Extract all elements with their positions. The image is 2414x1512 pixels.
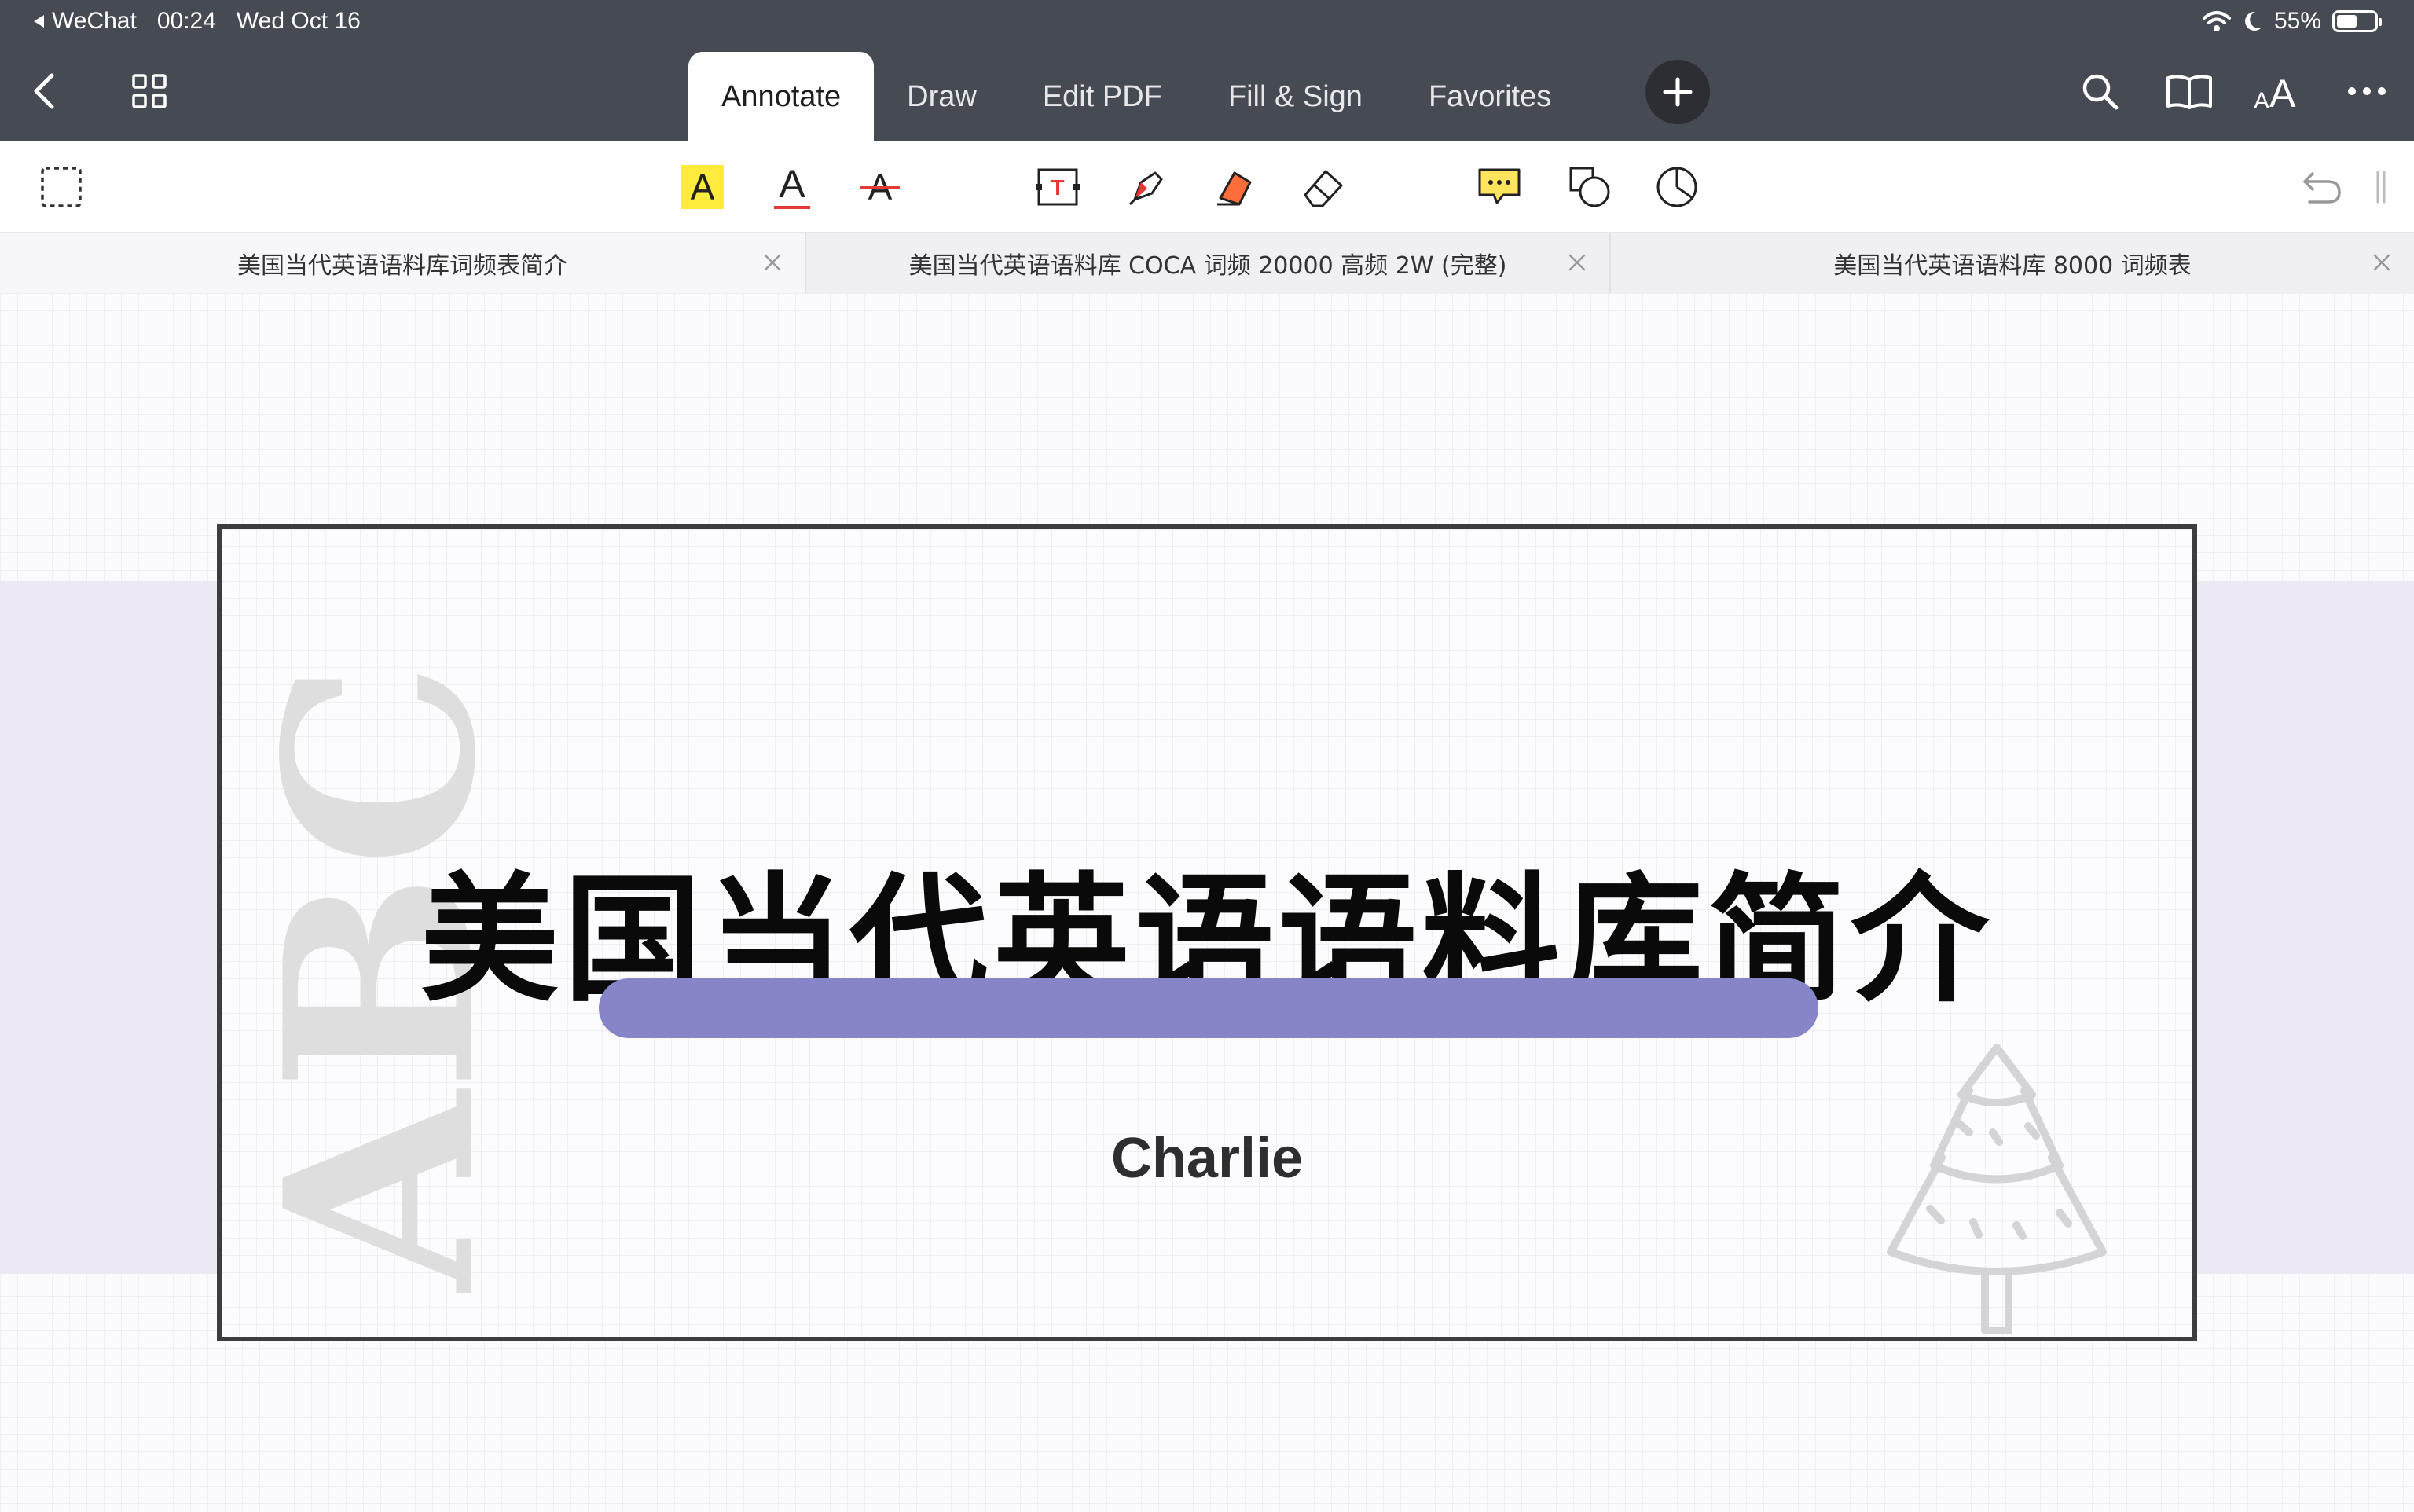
- comment-tool[interactable]: [1473, 160, 1526, 214]
- plus-icon: [1663, 77, 1693, 107]
- status-date: Wed Oct 16: [236, 8, 361, 34]
- pdf-page-slide: ABC 美国当代英语语料库简介 Charlie: [217, 524, 2197, 1341]
- moon-icon: [2245, 11, 2262, 31]
- tab-fill-sign[interactable]: Fill & Sign: [1195, 52, 1396, 141]
- title-underline-bar: [599, 978, 1818, 1038]
- comment-icon: [1478, 168, 1521, 204]
- doc-tab-2[interactable]: 美国当代英语语料库 COCA 词频 20000 高频 2W (完整): [805, 233, 1609, 293]
- book-icon: [2166, 75, 2212, 109]
- strikethrough-tool[interactable]: A: [853, 160, 907, 214]
- text-size-button[interactable]: AA: [2252, 66, 2302, 116]
- status-time: 00:24: [156, 8, 216, 34]
- highlighter-tool[interactable]: [1209, 160, 1262, 214]
- more-options-button[interactable]: [2342, 66, 2392, 116]
- lasso-tool[interactable]: [1650, 160, 1704, 214]
- pie-shape-icon: [1656, 167, 1697, 207]
- back-app-label: WeChat: [52, 8, 137, 34]
- svg-text:A: A: [2254, 88, 2269, 112]
- highlight-glyph: A: [690, 167, 715, 207]
- doc-tab-3[interactable]: 美国当代英语语料库 8000 词频表: [1609, 233, 2414, 293]
- underline-icon: A: [771, 163, 813, 211]
- battery-icon: [2332, 10, 2382, 32]
- close-icon[interactable]: [1564, 249, 1590, 276]
- undo-icon: [2303, 172, 2341, 204]
- grid-view-button[interactable]: [124, 66, 174, 116]
- back-to-app-link[interactable]: WeChat: [31, 8, 137, 35]
- shapes-tool[interactable]: [1564, 160, 1617, 214]
- tab-edit-pdf[interactable]: Edit PDF: [1010, 52, 1195, 141]
- area-select-tool[interactable]: [35, 160, 88, 214]
- pen-tool[interactable]: [1121, 160, 1174, 214]
- tab-draw[interactable]: Draw: [874, 52, 1010, 141]
- doc-tab-title: 美国当代英语语料库 8000 词频表: [1833, 252, 2192, 280]
- tab-favorites[interactable]: Favorites: [1396, 52, 1584, 141]
- svg-text:A: A: [2269, 72, 2296, 112]
- back-triangle-icon: [34, 15, 44, 28]
- search-button[interactable]: [2075, 66, 2125, 116]
- close-icon[interactable]: [759, 249, 786, 276]
- document-tabs: 美国当代英语语料库词频表简介 美国当代英语语料库 COCA 词频 20000 高…: [0, 233, 2414, 293]
- text-size-icon: AA: [2254, 72, 2296, 112]
- highlight-tool[interactable]: A: [676, 160, 729, 214]
- highlight-icon: A: [681, 165, 724, 209]
- top-bar: WeChat 00:24 Wed Oct 16 55% Annotate Dra…: [0, 0, 2414, 141]
- back-button[interactable]: [19, 66, 69, 116]
- chevron-left-icon: [34, 73, 54, 109]
- grid-icon: [132, 74, 167, 108]
- reading-mode-button[interactable]: [2164, 66, 2214, 116]
- underline-tool[interactable]: A: [765, 160, 819, 214]
- pen-icon: [1128, 171, 1163, 206]
- battery-percent: 55%: [2273, 8, 2321, 34]
- tab-annotate[interactable]: Annotate: [688, 52, 875, 141]
- wifi-icon: [2202, 11, 2231, 31]
- eraser-tool[interactable]: [1297, 160, 1350, 214]
- doc-tab-1[interactable]: 美国当代英语语料库词频表简介: [0, 233, 805, 293]
- add-tool-button[interactable]: [1645, 60, 1710, 124]
- svg-text:T: T: [1051, 175, 1064, 200]
- toolbar-drag-handle[interactable]: [2365, 160, 2397, 214]
- strikethrough-icon: A: [859, 165, 901, 209]
- more-icon: [2348, 87, 2386, 95]
- status-bar: WeChat 00:24 Wed Oct 16 55%: [0, 0, 2414, 47]
- undo-button[interactable]: [2295, 160, 2348, 214]
- shapes-icon: [1569, 167, 1610, 207]
- text-box-icon: T: [1036, 168, 1080, 206]
- close-icon[interactable]: [2368, 249, 2395, 276]
- dashed-rect-icon: [41, 167, 82, 207]
- eraser-icon: [1304, 170, 1343, 207]
- text-box-tool[interactable]: T: [1031, 160, 1084, 214]
- christmas-tree-icon: [1887, 1044, 2107, 1334]
- pdf-canvas[interactable]: ABC 美国当代英语语料库简介 Charlie: [0, 293, 2414, 1512]
- annotation-toolbar: A A A T: [0, 141, 2414, 233]
- mode-tabs: Annotate Draw Edit PDF Fill & Sign Favor…: [688, 52, 1584, 141]
- doc-tab-title: 美国当代英语语料库词频表简介: [237, 252, 567, 280]
- doc-tab-title: 美国当代英语语料库 COCA 词频 20000 高频 2W (完整): [908, 252, 1507, 280]
- drag-handle-icon: [2376, 171, 2386, 204]
- underline-glyph: A: [779, 162, 805, 206]
- search-icon: [2082, 74, 2119, 110]
- highlighter-icon: [1217, 171, 1252, 206]
